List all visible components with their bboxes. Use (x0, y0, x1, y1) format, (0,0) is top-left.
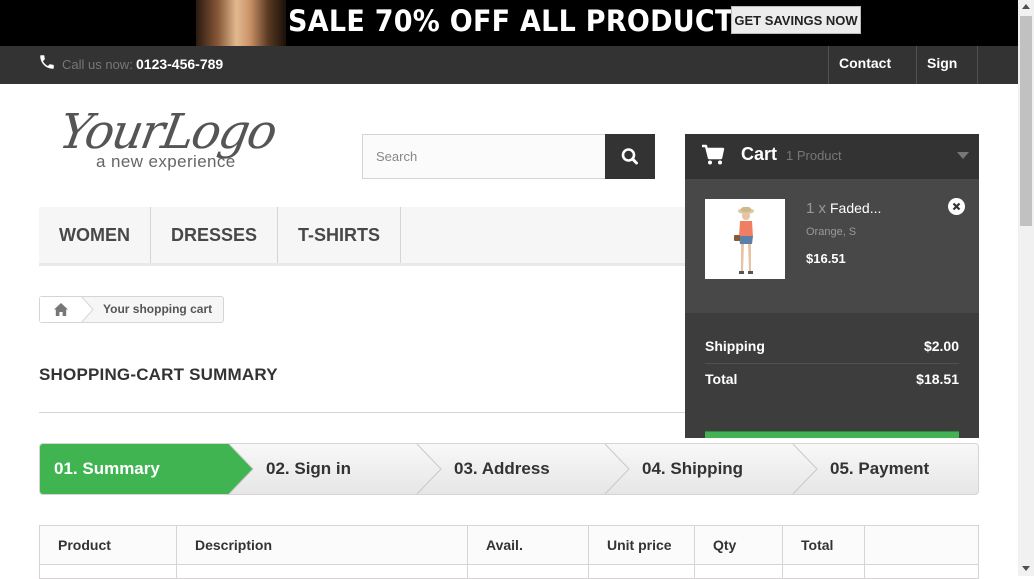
banner-headline: SALE 70% OFF ALL PRODUCTS (288, 4, 754, 38)
call-us-label: Call us now: (62, 57, 133, 72)
column-header-unit-price: Unit price (588, 525, 695, 565)
menu-item-women[interactable]: WOMEN (39, 207, 151, 263)
page-scrollbar[interactable] (1018, 0, 1034, 576)
main-menu: WOMEN DRESSES T-SHIRTS (39, 207, 685, 266)
product-figure-icon (734, 207, 754, 274)
promo-banner[interactable]: SALE 70% OFF ALL PRODUCTS GET SAVINGS NO… (0, 0, 1018, 46)
menu-item-tshirts[interactable]: T-SHIRTS (278, 207, 401, 263)
cart-dropdown: 1 x Faded... Orange, S $16.51 Shipping $… (685, 179, 979, 438)
column-header-availability: Avail. (467, 525, 589, 565)
step-shipping[interactable]: 04. Shipping (642, 444, 743, 494)
table-cell (782, 564, 865, 579)
cart-summary: Shipping $2.00 Total $18.51 (685, 313, 979, 438)
product-thumbnail[interactable] (705, 199, 785, 279)
shipping-row: Shipping $2.00 (705, 331, 959, 364)
table-header-row: Product Description Avail. Unit price Qt… (39, 525, 979, 565)
heading-divider (39, 412, 685, 413)
step-summary[interactable]: 01. Summary (54, 444, 160, 494)
cart-title: Cart (741, 144, 778, 164)
logo-tagline: a new experience (96, 152, 236, 171)
column-header-actions (864, 525, 979, 565)
page-title: SHOPPING-CART SUMMARY (39, 365, 278, 384)
breadcrumb: Your shopping cart (39, 296, 224, 323)
table-cell (694, 564, 783, 579)
search-field (362, 134, 606, 179)
total-value: $18.51 (916, 371, 959, 387)
phone-icon (40, 55, 54, 69)
step-sign-in[interactable]: 02. Sign in (266, 444, 351, 494)
table-cell (588, 564, 695, 579)
product-attributes: Orange, S (806, 226, 857, 238)
column-header-qty: Qty (694, 525, 783, 565)
product-name-link[interactable]: Faded... (830, 200, 881, 216)
shipping-label: Shipping (705, 338, 765, 354)
close-icon (952, 202, 961, 211)
cart-toggle[interactable]: Cart 1 Product (685, 134, 979, 179)
site-logo[interactable]: YourLogo a new experience (55, 104, 300, 176)
shipping-value: $2.00 (923, 338, 959, 354)
phone-number: 0123-456-789 (136, 56, 224, 72)
home-icon (54, 303, 68, 316)
search-icon (621, 148, 638, 165)
scroll-down-arrow-icon[interactable] (1022, 566, 1030, 571)
menu-item-dresses[interactable]: DRESSES (151, 207, 278, 263)
scrollbar-thumb[interactable] (1020, 16, 1032, 226)
search-button[interactable] (605, 134, 655, 179)
column-header-description: Description (176, 525, 468, 565)
search-input[interactable] (363, 135, 606, 178)
column-header-product: Product (39, 525, 177, 565)
cart-product-count: 1 Product (786, 148, 842, 163)
table-row (39, 564, 979, 579)
column-header-total: Total (782, 525, 865, 565)
table-cell (467, 564, 589, 579)
product-quantity: 1 x (806, 200, 827, 217)
chevron-down-icon (957, 152, 969, 159)
breadcrumb-separator (81, 296, 94, 323)
table-cell (39, 564, 177, 579)
checkout-steps: 01. Summary 02. Sign in 03. Address 04. … (39, 443, 979, 495)
sign-in-link[interactable]: Sign in (916, 46, 978, 105)
cart-table: Product Description Avail. Unit price Qt… (39, 525, 979, 579)
total-label: Total (705, 371, 738, 387)
get-savings-button[interactable]: GET SAVINGS NOW (731, 6, 861, 34)
breadcrumb-home-link[interactable] (40, 297, 82, 322)
step-address[interactable]: 03. Address (454, 444, 550, 494)
cart-product-item: 1 x Faded... Orange, S $16.51 (685, 179, 979, 313)
top-nav-bar: Call us now: 0123-456-789 Contact us Sig… (0, 46, 1018, 105)
cart-icon (702, 144, 725, 165)
contact-us-link[interactable]: Contact us (828, 46, 916, 105)
table-cell (176, 564, 468, 579)
table-cell (864, 564, 979, 579)
scroll-up-arrow-icon[interactable] (1022, 4, 1030, 9)
banner-model-image (196, 0, 286, 46)
breadcrumb-current: Your shopping cart (103, 302, 213, 316)
checkout-button[interactable] (705, 431, 959, 438)
total-row: Total $18.51 (705, 364, 959, 397)
remove-item-button[interactable] (948, 198, 965, 215)
step-payment[interactable]: 05. Payment (830, 444, 929, 494)
product-price: $16.51 (806, 251, 846, 266)
